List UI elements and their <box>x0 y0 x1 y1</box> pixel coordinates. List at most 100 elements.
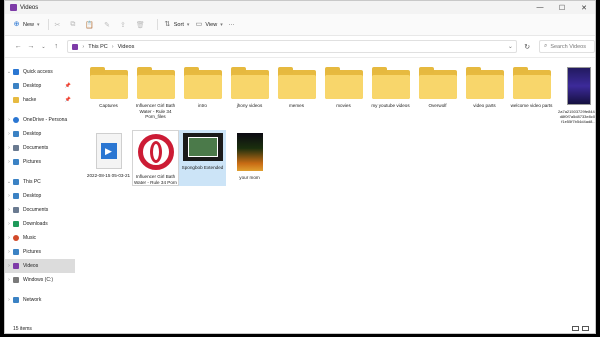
sidebar-item-network[interactable]: › Network <box>5 293 75 307</box>
copy-icon[interactable]: ⧉ <box>70 21 75 29</box>
search-box[interactable]: ⌕ Search Videos <box>538 40 595 53</box>
file-label: Influencer Girl Bath Water - Rule 34 Por… <box>134 174 177 185</box>
sidebar-item-pc-desktop[interactable]: › Desktop <box>5 189 75 203</box>
file-label: Influencer Girl Bath Water - Rule 34 Por… <box>135 103 176 120</box>
sidebar-item-quick-access[interactable]: ⌄ Quick access <box>5 65 75 79</box>
folder-item[interactable]: movies <box>320 64 367 124</box>
chevron-right-icon[interactable]: › <box>5 235 13 241</box>
sidebar-item-onedrive-pictures[interactable]: › Pictures <box>5 155 75 169</box>
breadcrumb-chevron-icon: › <box>82 43 85 50</box>
star-icon <box>13 69 19 75</box>
item-count: 15 items <box>13 325 32 332</box>
download-icon <box>13 221 19 227</box>
desktop-icon <box>13 131 19 137</box>
folder-item[interactable]: intro <box>179 64 226 124</box>
close-button[interactable]: ✕ <box>573 4 595 12</box>
recent-chevron-icon[interactable]: ⌄ <box>38 44 49 50</box>
folder-item[interactable]: Captures <box>85 64 132 124</box>
file-label: video parts <box>473 103 496 108</box>
chevron-right-icon[interactable]: › <box>5 131 13 137</box>
file-label: your mom <box>239 175 260 180</box>
sidebar-item-windows-c[interactable]: › Windows (C:) <box>5 273 75 287</box>
forward-arrow-icon[interactable]: → <box>26 43 37 50</box>
paste-icon[interactable]: 📋 <box>85 21 94 29</box>
breadcrumb-this-pc[interactable]: This PC <box>88 44 108 50</box>
address-bar[interactable]: › This PC › Videos ⌄ <box>67 40 518 53</box>
maximize-button[interactable]: ☐ <box>551 4 573 12</box>
chevron-right-icon[interactable]: › <box>5 277 13 283</box>
sidebar-item-label: Desktop <box>23 131 42 137</box>
sidebar-item-hacke[interactable]: hacke 📌 <box>5 93 75 107</box>
documents-icon <box>13 207 19 213</box>
more-options-button[interactable]: ··· <box>229 22 235 28</box>
sort-label: Sort <box>173 21 184 28</box>
sort-icon: ⇅ <box>164 21 171 28</box>
large-icons-view-icon[interactable] <box>582 326 589 331</box>
sidebar-item-label: Desktop <box>23 193 42 199</box>
sidebar-item-pc-documents[interactable]: › Documents <box>5 203 75 217</box>
video-file-item[interactable]: ▶ 2022-08-15 05-03-21 <box>85 130 132 186</box>
folder-item[interactable]: Overwolf <box>414 64 461 124</box>
sort-button[interactable]: ⇅ Sort ▾ <box>164 21 190 28</box>
sidebar-item-label: OneDrive - Persona <box>23 117 68 123</box>
folder-item[interactable]: Influencer Girl Bath Water - Rule 34 Por… <box>132 64 179 124</box>
sidebar-item-label: Quick access <box>23 69 53 75</box>
sidebar-item-downloads[interactable]: › Downloads <box>5 217 75 231</box>
video-file-item[interactable]: your mom <box>226 130 273 186</box>
title-bar: Videos — ☐ ✕ <box>5 1 595 14</box>
breadcrumb-chevron-icon: › <box>111 43 114 50</box>
chevron-right-icon[interactable]: › <box>5 221 13 227</box>
sidebar-item-pictures[interactable]: › Pictures <box>5 245 75 259</box>
opera-browser-icon <box>137 134 174 170</box>
chevron-right-icon[interactable]: › <box>5 207 13 213</box>
folder-item[interactable]: memes <box>273 64 320 124</box>
sidebar-item-onedrive-documents[interactable]: › Documents <box>5 141 75 155</box>
delete-icon[interactable]: 🗑 <box>136 21 145 29</box>
file-label: 2022-08-15 05-03-21 <box>86 173 131 178</box>
chevron-down-icon[interactable]: ⌄ <box>5 69 13 75</box>
share-icon[interactable]: ⇪ <box>120 21 126 29</box>
sidebar-item-onedrive[interactable]: › OneDrive - Persona <box>5 113 75 127</box>
pin-icon: 📌 <box>64 97 71 103</box>
chevron-right-icon[interactable]: › <box>5 263 13 269</box>
up-arrow-icon[interactable]: ↑ <box>51 43 62 50</box>
folder-item[interactable]: my youtube videos <box>367 64 414 124</box>
chevron-right-icon[interactable]: › <box>5 249 13 255</box>
sidebar-item-this-pc[interactable]: ⌄ This PC <box>5 175 75 189</box>
chevron-right-icon[interactable]: › <box>5 145 13 151</box>
sidebar-item-desktop[interactable]: Desktop 📌 <box>5 79 75 93</box>
chevron-right-icon[interactable]: › <box>5 159 13 165</box>
folder-item[interactable]: welcome video parts <box>508 64 555 124</box>
view-icon: ▭ <box>195 21 203 28</box>
folder-item[interactable]: video parts <box>461 64 508 124</box>
chevron-down-icon: ▾ <box>220 21 223 28</box>
rename-icon[interactable]: ✎ <box>104 21 110 29</box>
videos-folder-icon <box>72 43 79 50</box>
details-view-icon[interactable] <box>572 326 579 331</box>
breadcrumb-videos[interactable]: Videos <box>118 44 135 50</box>
file-label: memes <box>288 103 305 108</box>
back-arrow-icon[interactable]: ← <box>13 43 24 50</box>
sidebar-item-music[interactable]: › Music <box>5 231 75 245</box>
cut-icon[interactable]: ✂ <box>55 21 61 29</box>
sidebar-item-videos[interactable]: › Videos <box>5 259 75 273</box>
refresh-icon[interactable]: ↻ <box>521 43 533 51</box>
folder-item[interactable]: jhony videos <box>226 64 273 124</box>
chevron-right-icon[interactable]: › <box>5 297 13 303</box>
new-button[interactable]: ⊕ New ▾ <box>13 21 40 28</box>
folder-icon <box>136 67 175 99</box>
file-label: movies <box>336 103 351 108</box>
video-file-item[interactable]: Spongbob Extended <box>179 130 226 187</box>
html-file-item[interactable]: Influencer Girl Bath Water - Rule 34 Por… <box>132 130 179 187</box>
chevron-right-icon[interactable]: › <box>5 193 13 199</box>
address-dropdown-icon[interactable]: ⌄ <box>504 43 516 50</box>
chevron-right-icon[interactable]: › <box>5 117 13 123</box>
view-button[interactable]: ▭ View ▾ <box>195 21 223 28</box>
minimize-button[interactable]: — <box>529 4 551 11</box>
video-file-item[interactable]: 2a7a21503729fe844ac d8f0f7a5d8733e8c01 f… <box>555 64 595 124</box>
folder-icon <box>371 67 410 99</box>
chevron-down-icon: ▾ <box>186 21 190 28</box>
chevron-down-icon[interactable]: ⌄ <box>5 179 13 185</box>
main-area: ⌄ Quick access Desktop 📌 hacke 📌 › OneDr… <box>5 59 595 324</box>
sidebar-item-onedrive-desktop[interactable]: › Desktop <box>5 127 75 141</box>
